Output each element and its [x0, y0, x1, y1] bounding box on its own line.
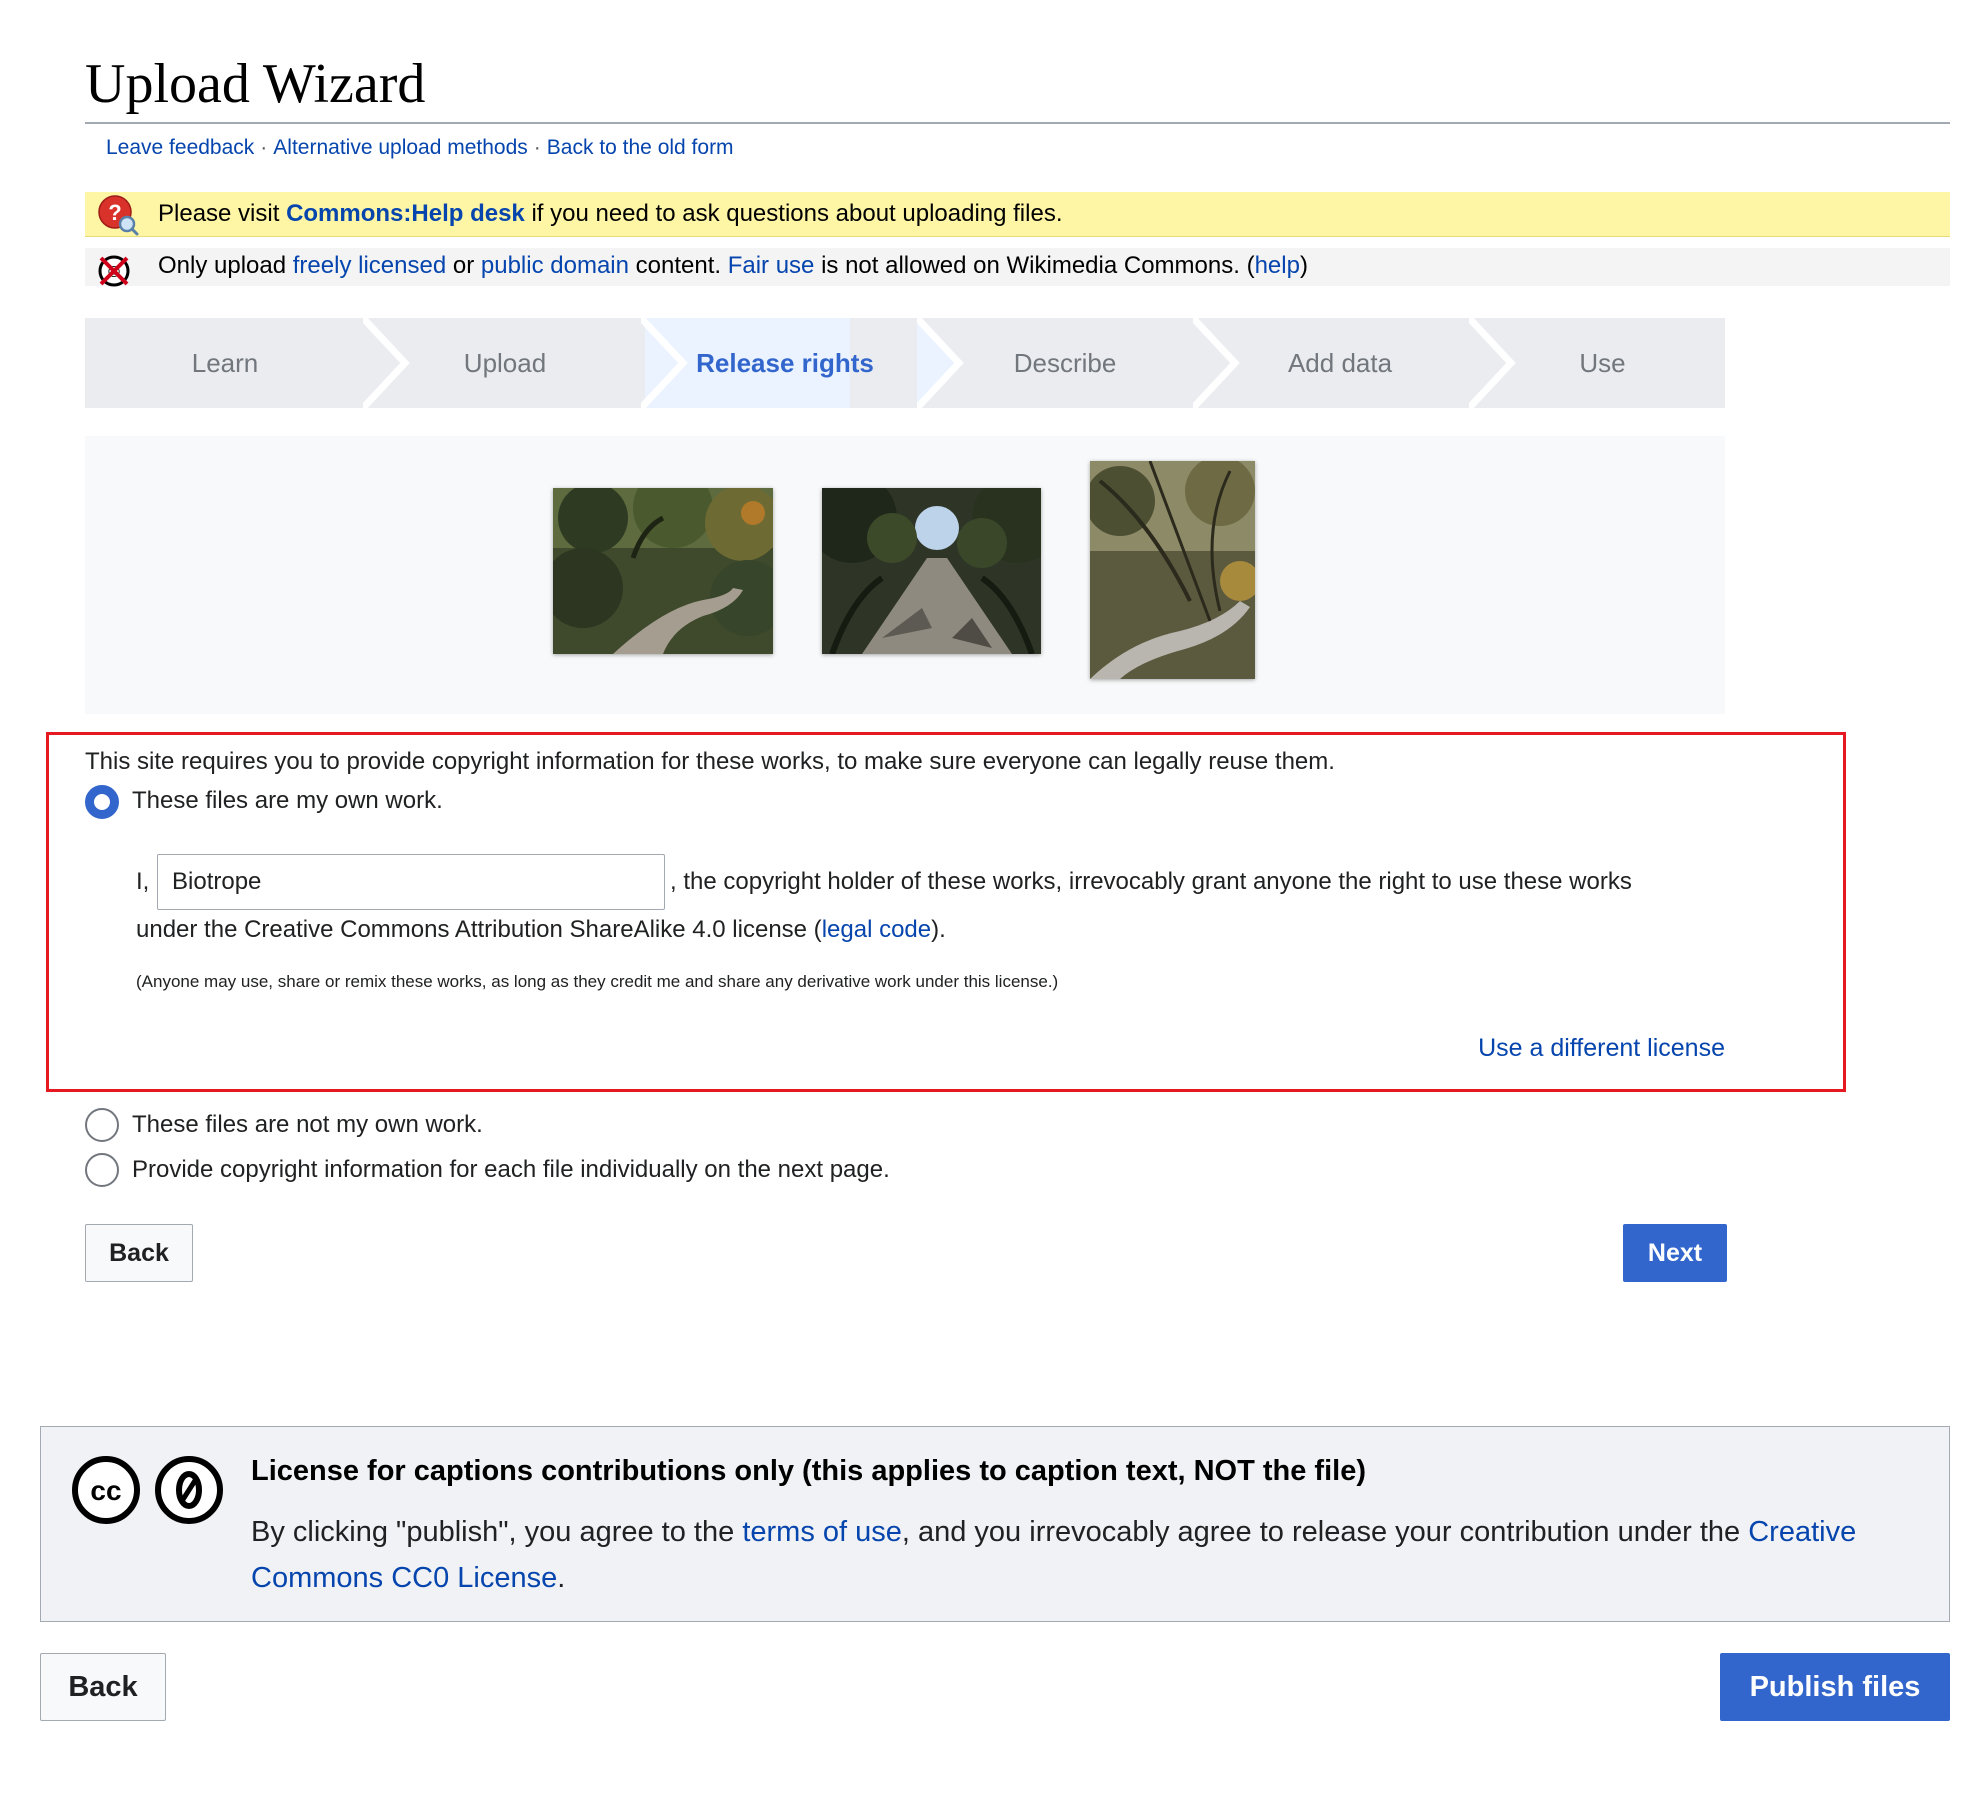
license-text-3: content. [628, 252, 728, 279]
not-own-work-radio[interactable] [85, 1108, 119, 1142]
caption-license-box: cc License for captions contributions on… [40, 1426, 1950, 1622]
trail-photo-thumbnail [1090, 461, 1255, 679]
individual-copyright-radio[interactable] [85, 1153, 119, 1187]
step-describe: Describe [1013, 348, 1117, 378]
publish-files-button[interactable]: Publish files [1720, 1653, 1950, 1721]
step-learn: Learn [191, 348, 259, 378]
terms-of-use-link[interactable]: terms of use [742, 1516, 902, 1548]
help-text-suffix: if you need to ask questions about uploa… [524, 200, 1063, 227]
no-fair-use-icon: © [98, 255, 130, 287]
header-links: Leave feedback · Alternative upload method… [106, 136, 734, 160]
svg-text:cc: cc [90, 1475, 121, 1506]
caption-license-text: By clicking "publish", you agree to the … [251, 1509, 1891, 1601]
individual-copyright-label[interactable]: Provide copyright information for each f… [132, 1156, 890, 1184]
zero-icon [155, 1456, 223, 1524]
help-desk-notice: ? Please visit Commons:Help desk if you … [85, 192, 1950, 237]
free-license-text: Only upload freely licensed or public do… [158, 252, 1308, 280]
help-desk-link[interactable]: Commons:Help desk [286, 200, 525, 227]
use-different-license-link[interactable]: Use a different license [1478, 1034, 1725, 1063]
author-name-input[interactable] [157, 854, 665, 910]
step-separator-chevron-icon [641, 318, 688, 408]
license-statement-prefix: under the Creative Commons Attribution S… [136, 916, 822, 943]
license-statement-line: under the Creative Commons Attribution S… [136, 916, 946, 944]
help-link[interactable]: help [1255, 252, 1300, 279]
caption-license-title: License for captions contributions only … [251, 1455, 1366, 1487]
license-text-1: Only upload [158, 252, 293, 279]
license-statement-suffix: ). [931, 916, 946, 943]
license-text-4: is not allowed on Wikimedia Commons. ( [814, 252, 1255, 279]
title-divider [85, 122, 1950, 124]
help-desk-icon: ? [98, 195, 139, 236]
step-separator-chevron-icon [1469, 318, 1516, 408]
file-thumbnail-1[interactable] [553, 488, 773, 654]
license-text-2: or [446, 252, 481, 279]
link-separator: · [260, 136, 268, 159]
page-title: Upload Wizard [85, 53, 426, 115]
grant-prefix: I, [136, 868, 150, 895]
legal-code-link[interactable]: legal code [822, 916, 931, 943]
license-text-5: ) [1299, 252, 1308, 279]
footer-back-button[interactable]: Back [40, 1653, 166, 1721]
own-work-label[interactable]: These files are my own work. [132, 787, 443, 815]
caption-text-3: . [557, 1562, 566, 1594]
wizard-steps: Learn Upload Release rights Describe Add… [85, 318, 1725, 408]
grant-statement-text: , the copyright holder of these works, i… [670, 868, 1632, 895]
link-separator: · [533, 136, 541, 159]
step-separator-chevron-icon [1193, 318, 1240, 408]
back-button[interactable]: Back [85, 1224, 193, 1282]
file-thumbnail-2[interactable] [822, 488, 1041, 654]
trail-photo-thumbnail [553, 488, 773, 654]
license-summary-note: (Anyone may use, share or remix these wo… [136, 972, 1059, 991]
file-thumbnail-3[interactable] [1090, 461, 1255, 679]
help-desk-text: Please visit Commons:Help desk if you ne… [158, 200, 1062, 228]
help-text-prefix: Please visit [158, 200, 287, 227]
own-work-radio[interactable] [85, 785, 119, 819]
step-separator-chevron-icon [363, 318, 410, 408]
copyright-intro-text: This site requires you to provide copyri… [85, 748, 1335, 775]
leave-feedback-link[interactable]: Leave feedback [106, 136, 254, 159]
caption-text-2: , and you irrevocably agree to release y… [901, 1516, 1749, 1548]
cc-icon: cc [72, 1456, 140, 1524]
caption-text-1: By clicking "publish", you agree to the [251, 1516, 743, 1548]
step-separator-chevron-icon [917, 318, 964, 408]
next-button[interactable]: Next [1623, 1224, 1727, 1282]
alternative-upload-methods-link[interactable]: Alternative upload methods [273, 136, 528, 159]
thumbnails-panel [85, 436, 1725, 714]
freely-licensed-link[interactable]: freely licensed [293, 252, 446, 279]
public-domain-link[interactable]: public domain [481, 252, 629, 279]
back-to-old-form-link[interactable]: Back to the old form [547, 136, 734, 159]
free-license-notice: © Only upload freely licensed or public … [85, 248, 1950, 287]
not-own-work-label[interactable]: These files are not my own work. [132, 1111, 483, 1139]
trail-photo-thumbnail [822, 488, 1041, 654]
fair-use-link[interactable]: Fair use [728, 252, 815, 279]
